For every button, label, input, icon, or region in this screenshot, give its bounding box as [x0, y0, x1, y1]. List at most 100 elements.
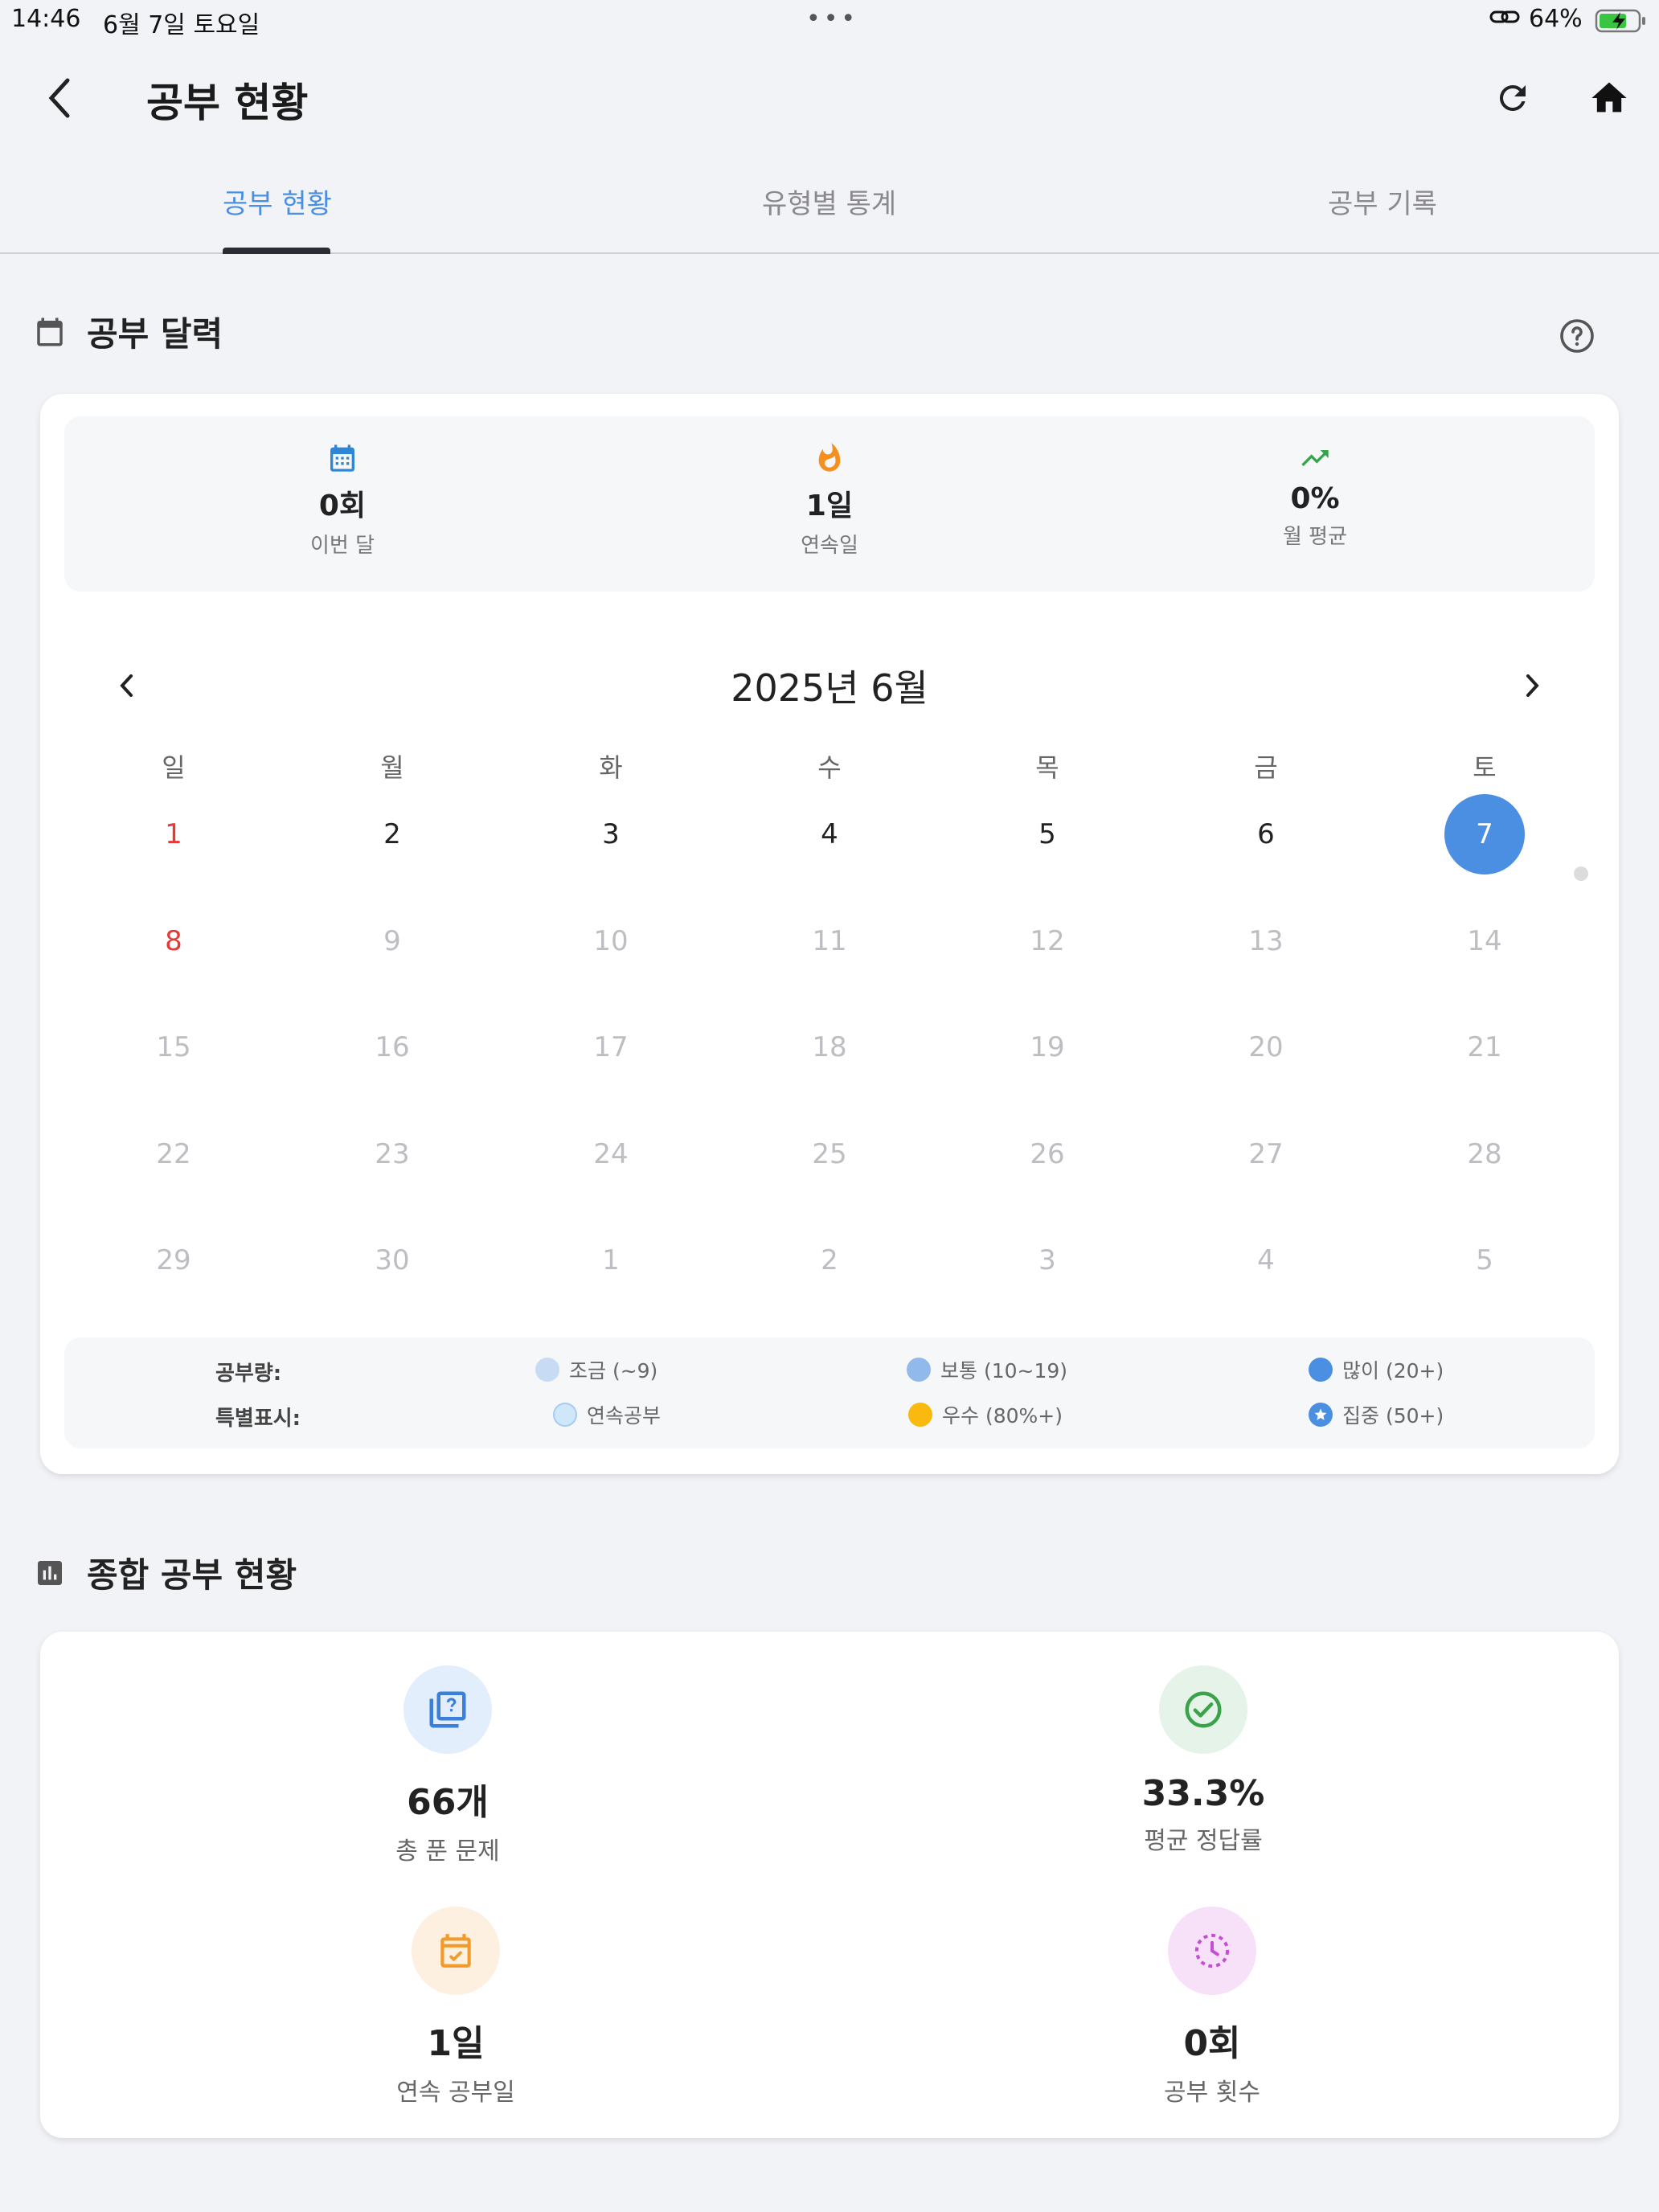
calendar-day[interactable]: 9 [352, 901, 432, 981]
check-circle-icon [1159, 1665, 1247, 1754]
summary-value: 1일 [805, 490, 854, 522]
calendar-day-today[interactable]: 7 [1444, 794, 1525, 875]
legend-item-many: 많이 (20+) [1309, 1355, 1444, 1384]
stat-value: 33.3% [1141, 1773, 1265, 1814]
legend-label: 조금 (~9) [569, 1359, 658, 1382]
calendar-summary: 0회 이번 달 1일 연속일 0% 월 평균 [64, 416, 1595, 592]
calendar-day[interactable]: 29 [133, 1220, 214, 1301]
calendar-day[interactable]: 10 [571, 901, 651, 981]
calendar-day[interactable]: 2 [352, 794, 432, 875]
refresh-button[interactable] [1489, 72, 1537, 124]
refresh-icon [1499, 84, 1526, 111]
weekday-label: 일 [162, 752, 186, 783]
legend-swatch [553, 1403, 577, 1427]
calendar-day[interactable]: 20 [1226, 1007, 1306, 1088]
home-button[interactable] [1583, 72, 1635, 124]
summary-this-month: 0회 이번 달 [222, 440, 463, 559]
legend-item-little: 조금 (~9) [535, 1355, 657, 1384]
calendar-day[interactable]: 26 [1007, 1114, 1088, 1194]
calendar-day[interactable]: 6 [1226, 794, 1306, 875]
calendar-day[interactable]: 30 [352, 1220, 432, 1301]
bar-chart-icon [32, 1555, 68, 1591]
calendar-day[interactable]: 5 [1007, 794, 1088, 875]
overall-stats-card [40, 1632, 1619, 2138]
legend-label: 많이 (20+) [1342, 1359, 1444, 1382]
calendar-day[interactable]: 1 [133, 794, 214, 875]
calendar-day[interactable]: 13 [1226, 901, 1306, 981]
calendar-day[interactable]: 8 [133, 901, 214, 981]
trending-up-icon [1194, 440, 1436, 476]
calendar-day[interactable]: 23 [352, 1114, 432, 1194]
calendar-day[interactable]: 17 [571, 1007, 651, 1088]
calendar-day[interactable]: 4 [789, 794, 870, 875]
calendar-day[interactable]: 3 [1007, 1220, 1088, 1301]
help-icon[interactable] [1558, 317, 1596, 355]
star-icon [1309, 1403, 1333, 1427]
back-button[interactable] [37, 72, 82, 124]
battery-percent: 64% [1529, 5, 1583, 33]
calendar-day[interactable]: 3 [571, 794, 651, 875]
stat-streak-days: 1일 연속 공부일 [351, 1907, 560, 2108]
calendar-day[interactable]: 21 [1444, 1007, 1525, 1088]
summary-value: 0% [1290, 482, 1340, 515]
tab-indicator [223, 248, 330, 254]
month-title: 2025년 6월 [731, 666, 928, 710]
stat-label: 연속 공부일 [396, 2079, 515, 2107]
calendar-day[interactable]: 16 [352, 1007, 432, 1088]
calendar-day[interactable]: 4 [1226, 1220, 1306, 1301]
tab-study-status[interactable]: 공부 현황 [223, 182, 332, 221]
legend-swatch [1309, 1358, 1333, 1382]
weekday-label: 금 [1254, 752, 1278, 783]
weekday-label: 월 [380, 752, 404, 783]
stat-label: 평균 정답률 [1144, 1827, 1263, 1855]
stat-value: 1일 [427, 2023, 485, 2064]
legend-label: 보통 (10~19) [940, 1359, 1068, 1382]
calendar-day[interactable]: 27 [1226, 1114, 1306, 1194]
calendar-day[interactable]: 15 [133, 1007, 214, 1088]
calendar-day[interactable]: 5 [1444, 1220, 1525, 1301]
page-title: 공부 현황 [146, 80, 309, 126]
tab-bar: 공부 현황 유형별 통계 공부 기록 [0, 161, 1659, 254]
overall-section-header: 종합 공부 현황 [32, 1548, 297, 1597]
calendar-day[interactable]: 24 [571, 1114, 651, 1194]
study-indicator-dot [1574, 866, 1588, 881]
weekday-label: 토 [1473, 752, 1497, 783]
quiz-icon [403, 1665, 492, 1754]
multitasking-dots-icon[interactable]: ••• [806, 5, 858, 33]
tab-type-stats[interactable]: 유형별 통계 [762, 182, 896, 221]
app-bar: 공부 현황 [0, 48, 1659, 153]
next-month-button[interactable] [1508, 657, 1556, 714]
calendar-section-header: 공부 달력 [32, 307, 223, 356]
calendar-day[interactable]: 25 [789, 1114, 870, 1194]
calendar-day[interactable]: 11 [789, 901, 870, 981]
calendar-day[interactable]: 19 [1007, 1007, 1088, 1088]
stat-value: 66개 [407, 1782, 489, 1823]
previous-month-button[interactable] [103, 657, 151, 714]
summary-streak: 1일 연속일 [709, 440, 950, 559]
status-time: 14:46 [11, 5, 81, 33]
fire-icon [709, 440, 950, 476]
calendar-day[interactable]: 1 [571, 1220, 651, 1301]
calendar-day[interactable]: 2 [789, 1220, 870, 1301]
calendar-day[interactable]: 14 [1444, 901, 1525, 981]
calendar-legend: 공부량: 조금 (~9) 보통 (10~19) 많이 (20+) 특별표시: 연… [64, 1337, 1595, 1448]
legend-swatch [907, 1358, 931, 1382]
calendar-outline-icon [32, 314, 68, 350]
calendar-day[interactable]: 12 [1007, 901, 1088, 981]
overall-section-title: 종합 공부 현황 [87, 1555, 297, 1595]
summary-monthly-average: 0% 월 평균 [1194, 440, 1436, 550]
calendar-day[interactable]: 28 [1444, 1114, 1525, 1194]
calendar-day[interactable]: 22 [133, 1114, 214, 1194]
legend-label: 집중 (50+) [1342, 1404, 1444, 1428]
weekday-label: 화 [599, 752, 623, 783]
clock-icon [1168, 1907, 1256, 1995]
link-icon [1489, 6, 1521, 35]
stat-value: 0회 [1183, 2023, 1241, 2064]
tab-study-records[interactable]: 공부 기록 [1328, 182, 1437, 221]
calendar-section-title: 공부 달력 [87, 314, 223, 354]
summary-label: 연속일 [801, 534, 858, 558]
calendar-day[interactable]: 18 [789, 1007, 870, 1088]
legend-item-focus: 집중 (50+) [1309, 1400, 1444, 1429]
weekday-label: 수 [817, 752, 842, 783]
legend-special-label: 특별표시: [215, 1407, 301, 1431]
